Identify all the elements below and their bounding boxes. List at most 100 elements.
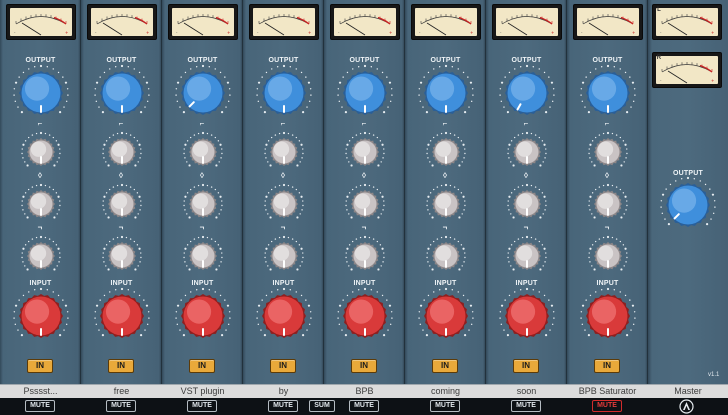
sum-button[interactable]: SUM — [309, 400, 335, 412]
channel-name[interactable]: free — [81, 385, 162, 399]
mute-button[interactable]: MUTE — [106, 400, 136, 412]
input-knob[interactable] — [12, 287, 70, 345]
svg-text:+: + — [711, 78, 714, 83]
input-knob[interactable] — [255, 287, 313, 345]
output-label: OUTPUT — [268, 57, 299, 64]
eq-knob[interactable] — [182, 183, 224, 225]
mute-button[interactable]: MUTE — [187, 400, 217, 412]
in-button[interactable]: IN — [594, 359, 620, 373]
input-label: INPUT — [353, 280, 376, 287]
mute-button[interactable]: MUTE — [268, 400, 298, 412]
eq-knob[interactable] — [101, 131, 143, 173]
in-button[interactable]: IN — [27, 359, 53, 373]
svg-text:+: + — [146, 30, 149, 35]
eq-knob[interactable] — [425, 131, 467, 173]
high-shelf-icon: ⌐ — [604, 119, 610, 128]
output-knob[interactable] — [12, 64, 70, 122]
eq-knob[interactable] — [587, 235, 629, 277]
eq-knob[interactable] — [20, 183, 62, 225]
channel-name[interactable]: coming — [405, 385, 486, 399]
svg-text:+: + — [65, 30, 68, 35]
output-knob[interactable] — [255, 64, 313, 122]
in-button[interactable]: IN — [270, 359, 296, 373]
svg-text:+: + — [632, 30, 635, 35]
input-knob[interactable] — [93, 287, 151, 345]
output-knob[interactable] — [93, 64, 151, 122]
low-shelf-icon: ¬ — [199, 223, 205, 232]
input-label: INPUT — [434, 280, 457, 287]
channel-name[interactable]: BPB — [324, 385, 405, 399]
input-knob[interactable] — [498, 287, 556, 345]
in-button[interactable]: IN — [351, 359, 377, 373]
mute-button[interactable]: MUTE — [25, 400, 55, 412]
low-shelf-icon: ¬ — [37, 223, 43, 232]
eq-knob[interactable] — [587, 183, 629, 225]
input-knob[interactable] — [174, 287, 232, 345]
in-button[interactable]: IN — [108, 359, 134, 373]
eq-knob[interactable] — [20, 131, 62, 173]
low-shelf-icon: ¬ — [118, 223, 124, 232]
mid-bell-icon: ◊ — [605, 171, 609, 180]
svg-text:+: + — [227, 30, 230, 35]
mute-button[interactable]: MUTE — [430, 400, 460, 412]
eq-knob[interactable] — [263, 183, 305, 225]
output-knob[interactable] — [498, 64, 556, 122]
eq-knob[interactable] — [587, 131, 629, 173]
mid-bell-icon: ◊ — [281, 171, 285, 180]
input-knob[interactable] — [579, 287, 637, 345]
meter-right-label: R — [656, 55, 662, 61]
output-label: OUTPUT — [187, 57, 218, 64]
channel-name[interactable]: VST plugin — [162, 385, 243, 399]
output-knob[interactable] — [336, 64, 394, 122]
eq-knob[interactable] — [101, 235, 143, 277]
high-shelf-icon: ⌐ — [361, 119, 367, 128]
output-knob[interactable] — [579, 64, 637, 122]
vu-meter: - + — [87, 4, 157, 40]
eq-knob[interactable] — [101, 183, 143, 225]
eq-knob[interactable] — [20, 235, 62, 277]
in-button[interactable]: IN — [189, 359, 215, 373]
eq-knob[interactable] — [344, 235, 386, 277]
input-knob[interactable] — [417, 287, 475, 345]
eq-knob[interactable] — [425, 235, 467, 277]
channel-name[interactable]: by — [243, 385, 324, 399]
eq-knob[interactable] — [425, 183, 467, 225]
eq-knob[interactable] — [506, 131, 548, 173]
channel-name[interactable]: soon — [486, 385, 567, 399]
mute-button[interactable]: MUTE — [349, 400, 379, 412]
eq-knob[interactable] — [182, 235, 224, 277]
low-shelf-icon: ¬ — [604, 223, 610, 232]
vu-meter: - + — [573, 4, 643, 40]
high-shelf-icon: ⌐ — [37, 119, 43, 128]
eq-knob[interactable] — [263, 131, 305, 173]
in-button[interactable]: IN — [432, 359, 458, 373]
eq-knob[interactable] — [263, 235, 305, 277]
eq-knob[interactable] — [182, 131, 224, 173]
mid-bell-icon: ◊ — [119, 171, 123, 180]
input-label: INPUT — [191, 280, 214, 287]
channel-name[interactable]: Psssst... — [0, 385, 81, 399]
mute-button[interactable]: MUTE — [592, 400, 622, 412]
output-knob[interactable] — [417, 64, 475, 122]
eq-knob[interactable] — [344, 183, 386, 225]
eq-knob[interactable] — [344, 131, 386, 173]
eq-knob[interactable] — [506, 235, 548, 277]
input-knob[interactable] — [336, 287, 394, 345]
master-output-knob[interactable] — [659, 176, 717, 234]
meter-left-label: L — [657, 7, 661, 13]
vu-meter: - + — [6, 4, 76, 40]
low-shelf-icon: ¬ — [361, 223, 367, 232]
vu-meter: - + — [492, 4, 562, 40]
eq-knob[interactable] — [506, 183, 548, 225]
bpb-logo-icon[interactable] — [679, 399, 694, 414]
mute-button[interactable]: MUTE — [511, 400, 541, 412]
output-label: OUTPUT — [511, 57, 542, 64]
in-button[interactable]: IN — [513, 359, 539, 373]
input-label: INPUT — [515, 280, 538, 287]
vu-meter: - + — [249, 4, 319, 40]
footer-bar: MUTE MUTE MUTE MUTE MUTE MUTE MUTE MUTE SUM — [0, 398, 728, 415]
output-knob[interactable] — [174, 64, 232, 122]
svg-text:+: + — [389, 30, 392, 35]
channel-name[interactable]: BPB Saturator — [567, 385, 648, 399]
high-shelf-icon: ⌐ — [280, 119, 286, 128]
